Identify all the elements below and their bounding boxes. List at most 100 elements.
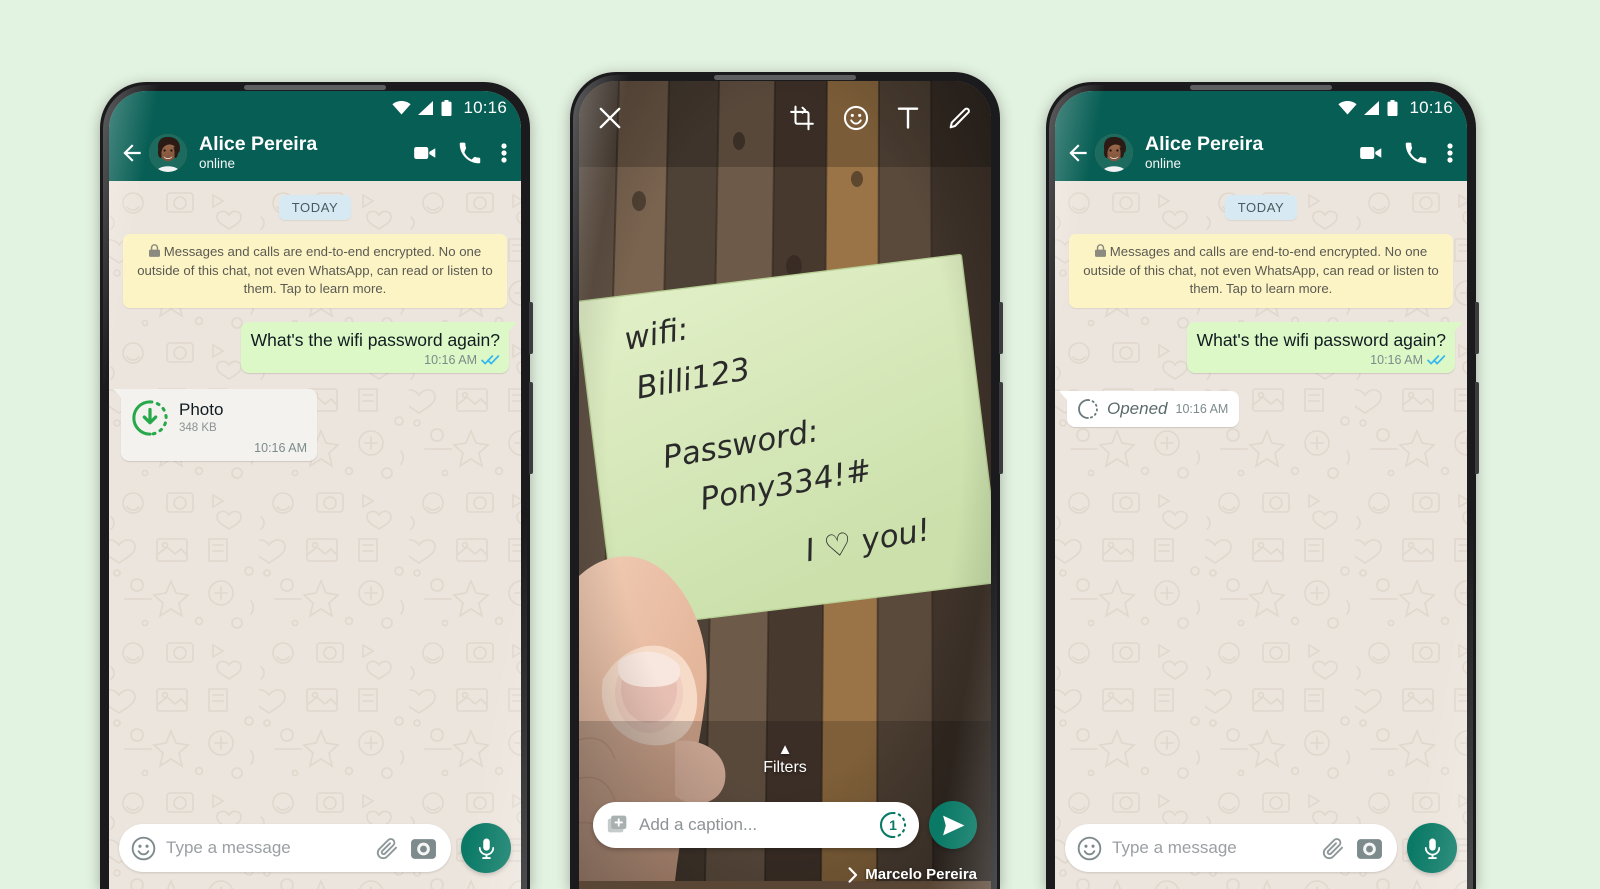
- encryption-notice[interactable]: Messages and calls are end-to-end encryp…: [123, 234, 507, 309]
- caption-bar: Add a caption... 1: [579, 801, 991, 849]
- message-text: What's the wifi password again?: [250, 330, 500, 351]
- composer-bar: Type a message: [109, 815, 521, 889]
- phone-3-chat-opened: 10:16 Alice Pereira online TODAY Message…: [1046, 82, 1479, 889]
- earpiece-speaker: [244, 85, 386, 90]
- view-once-download-icon[interactable]: [131, 399, 169, 437]
- message-input[interactable]: Type a message: [166, 838, 365, 858]
- power-button[interactable]: [1475, 302, 1479, 354]
- chat-header: Alice Pereira online: [1055, 125, 1467, 181]
- message-row-outgoing: What's the wifi password again? 10:16 AM: [1055, 322, 1467, 373]
- paperclip-icon[interactable]: [1321, 836, 1346, 861]
- back-arrow-icon[interactable]: [1065, 140, 1091, 166]
- overflow-menu-icon[interactable]: [1447, 141, 1453, 165]
- voice-record-button[interactable]: [1407, 823, 1457, 873]
- view-once-toggle[interactable]: 1: [879, 811, 907, 839]
- contact-presence: online: [199, 156, 236, 172]
- close-icon[interactable]: [597, 105, 623, 131]
- view-once-photo-bubble[interactable]: Photo 348 KB 10:16 AM: [113, 388, 317, 461]
- encryption-notice-text: Messages and calls are end-to-end encryp…: [137, 244, 493, 297]
- back-arrow-icon[interactable]: [119, 140, 145, 166]
- caption-input-pill[interactable]: Add a caption... 1: [593, 802, 919, 848]
- voice-call-icon[interactable]: [1404, 142, 1427, 165]
- editor-toolbar: [579, 81, 991, 155]
- filters-label: Filters: [763, 759, 807, 776]
- voice-call-icon[interactable]: [458, 142, 481, 165]
- earpiece-speaker: [714, 75, 856, 80]
- send-button[interactable]: [929, 801, 977, 849]
- signal-icon: [418, 101, 434, 115]
- svg-text:1: 1: [889, 817, 897, 833]
- filters-control[interactable]: ▲ Filters: [579, 742, 991, 777]
- message-text: What's the wifi password again?: [1196, 330, 1446, 351]
- contact-name: Alice Pereira: [199, 132, 318, 155]
- lock-icon: [148, 244, 160, 257]
- contact-info[interactable]: Alice Pereira online: [199, 132, 412, 172]
- message-input-pill[interactable]: Type a message: [1065, 824, 1397, 872]
- date-chip: TODAY: [1224, 195, 1298, 220]
- recipient-indicator[interactable]: Marcelo Pereira: [848, 866, 977, 883]
- volume-button[interactable]: [529, 382, 533, 474]
- message-input-pill[interactable]: Type a message: [119, 824, 451, 872]
- paperclip-icon[interactable]: [375, 836, 400, 861]
- message-bubble-outgoing[interactable]: What's the wifi password again? 10:16 AM: [1186, 322, 1464, 373]
- view-once-icon: 1: [879, 811, 907, 839]
- media-editor: wifi: Billi123 Password: Pony334!# I ♡ y…: [579, 81, 991, 889]
- battery-icon: [441, 100, 452, 116]
- message-bubble-outgoing[interactable]: What's the wifi password again? 10:16 AM: [240, 322, 518, 373]
- read-receipt-icon: [1427, 354, 1446, 365]
- chat-body: TODAY Messages and calls are end-to-end …: [109, 181, 521, 889]
- status-clock: 10:16: [1409, 98, 1453, 117]
- emoji-icon[interactable]: [131, 836, 156, 861]
- signal-icon: [1364, 101, 1380, 115]
- crop-rotate-icon[interactable]: [789, 105, 815, 131]
- view-once-opened-bubble[interactable]: Opened 10:16 AM: [1058, 390, 1240, 427]
- recipient-name: Marcelo Pereira: [865, 866, 977, 883]
- view-once-status-label: Opened: [1107, 398, 1168, 418]
- status-bar: 10:16: [109, 91, 521, 125]
- contact-name: Alice Pereira: [1145, 132, 1264, 155]
- pencil-draw-icon[interactable]: [947, 105, 973, 131]
- caption-input[interactable]: Add a caption...: [639, 815, 868, 835]
- sticker-emoji-icon[interactable]: [843, 105, 869, 131]
- volume-button[interactable]: [1475, 382, 1479, 474]
- view-once-opened-icon: [1078, 398, 1098, 419]
- power-button[interactable]: [529, 302, 533, 354]
- emoji-icon[interactable]: [1077, 836, 1102, 861]
- message-row-outgoing: What's the wifi password again? 10:16 AM: [109, 322, 521, 373]
- phone-3-screen: 10:16 Alice Pereira online TODAY Message…: [1055, 91, 1467, 889]
- phone-1-screen: 10:16 Alice Pereira online TODAY Message…: [109, 91, 521, 889]
- view-once-time: 10:16 AM: [1175, 401, 1229, 416]
- message-time: 10:16 AM: [1370, 352, 1423, 367]
- message-input[interactable]: Type a message: [1112, 838, 1311, 858]
- power-button[interactable]: [999, 302, 1003, 354]
- text-tool-icon[interactable]: [897, 105, 919, 131]
- avatar[interactable]: [149, 134, 187, 172]
- status-clock: 10:16: [463, 98, 507, 117]
- message-time: 10:16 AM: [424, 352, 477, 367]
- contact-info[interactable]: Alice Pereira online: [1145, 132, 1358, 172]
- voice-record-button[interactable]: [461, 823, 511, 873]
- microphone-icon: [1424, 838, 1440, 859]
- camera-icon[interactable]: [410, 835, 437, 862]
- add-media-icon[interactable]: [606, 814, 628, 836]
- chevron-up-icon: ▲: [777, 741, 793, 758]
- encryption-notice[interactable]: Messages and calls are end-to-end encryp…: [1069, 234, 1453, 309]
- attachment-time: 10:16 AM: [254, 440, 307, 455]
- volume-button[interactable]: [999, 382, 1003, 474]
- microphone-icon: [478, 838, 494, 859]
- wifi-icon: [1338, 101, 1358, 115]
- date-chip: TODAY: [278, 195, 352, 220]
- video-call-icon[interactable]: [1358, 140, 1384, 166]
- screenshot-canvas: 10:16 Alice Pereira online TODAY Message…: [0, 0, 1600, 889]
- video-call-icon[interactable]: [412, 140, 438, 166]
- phone-2-screen: wifi: Billi123 Password: Pony334!# I ♡ y…: [579, 81, 991, 889]
- wifi-icon: [392, 101, 412, 115]
- camera-icon[interactable]: [1356, 835, 1383, 862]
- send-icon: [942, 815, 964, 835]
- overflow-menu-icon[interactable]: [501, 141, 507, 165]
- composer-bar: Type a message: [1055, 815, 1467, 889]
- message-row-incoming: Photo 348 KB 10:16 AM: [109, 388, 521, 461]
- chevron-right-icon: [848, 866, 858, 883]
- avatar[interactable]: [1095, 134, 1133, 172]
- lock-icon: [1094, 244, 1106, 257]
